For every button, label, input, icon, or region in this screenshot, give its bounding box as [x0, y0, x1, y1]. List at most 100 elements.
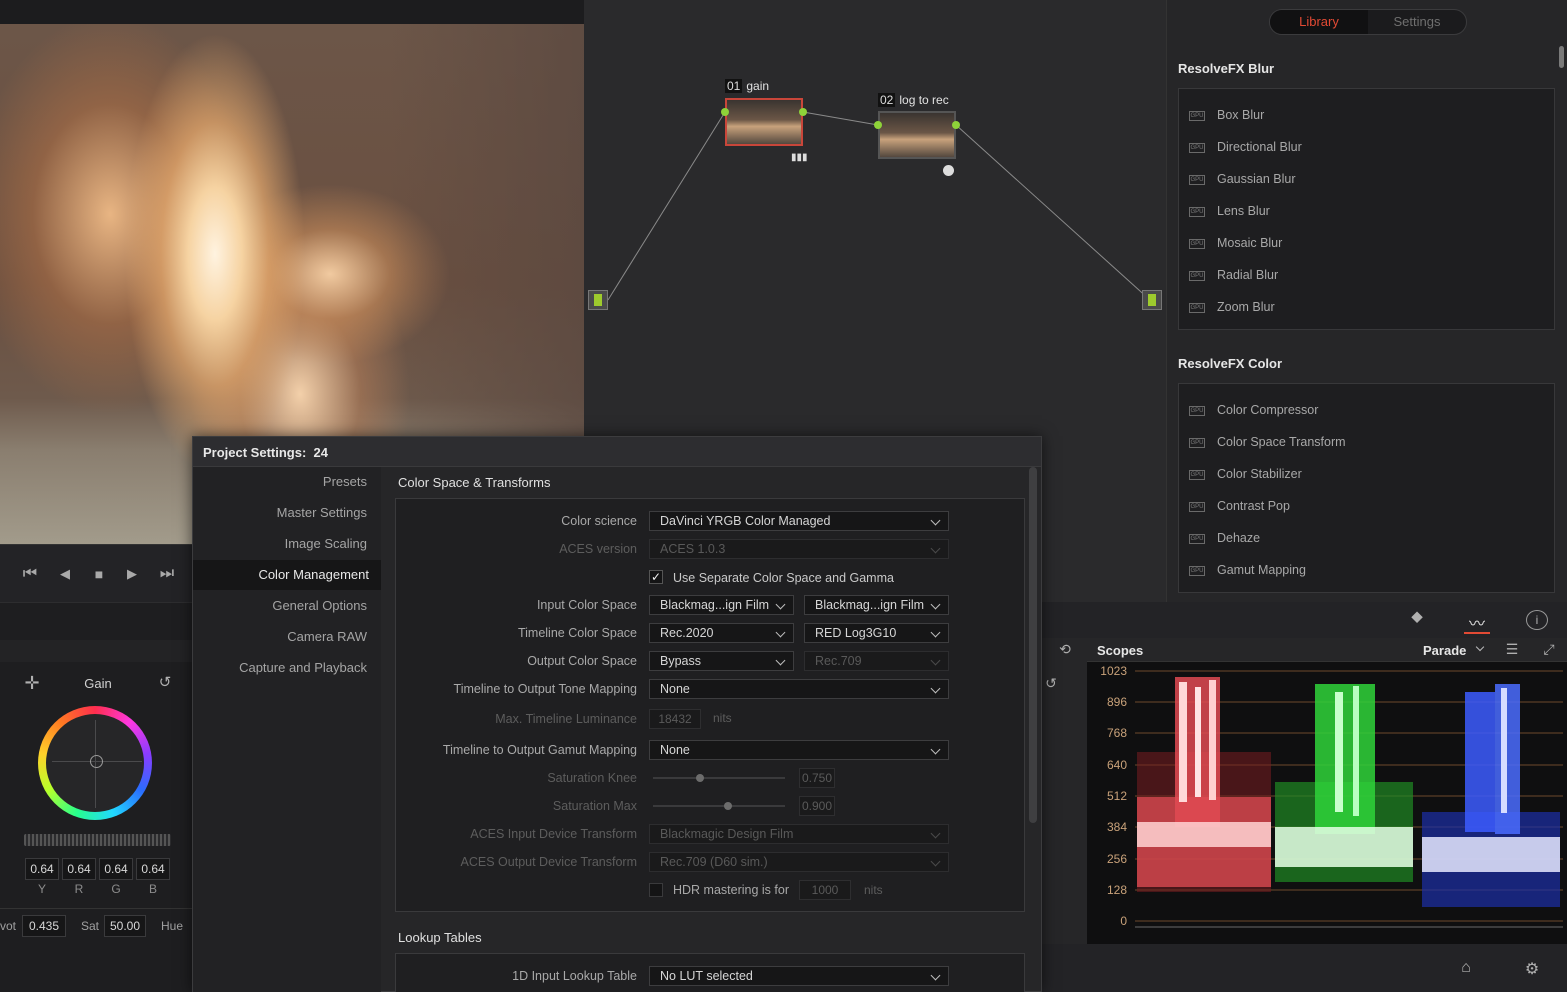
fx-mosaic-blur[interactable]: GPU Mosaic Blur [1189, 233, 1282, 253]
node-01-gain[interactable] [725, 98, 803, 146]
node-01-bars-icon: ▮▮▮ [791, 152, 808, 163]
expand-icon[interactable]: ⤢ [1539, 641, 1559, 658]
saturation-max-field: 0.900 [799, 796, 835, 816]
fx-contrast-pop[interactable]: GPU Contrast Pop [1189, 496, 1290, 516]
play-icon[interactable]: ▶ [120, 565, 144, 583]
nav-general-options[interactable]: General Options [272, 591, 367, 621]
scope-waveform-icon[interactable]: 〰 [1466, 610, 1488, 634]
label-y: Y [37, 882, 46, 896]
chevron-down-icon [930, 828, 941, 839]
gpu-icon: GPU [1189, 142, 1205, 153]
stop-icon[interactable]: ■ [87, 565, 111, 583]
gamut-mapping-select[interactable]: None [649, 740, 949, 760]
library-scrollbar[interactable] [1559, 46, 1564, 68]
dialog-scrollbar[interactable] [1029, 467, 1037, 823]
scope-tick: 768 [1106, 726, 1127, 740]
fx-label: Box Blur [1217, 108, 1265, 122]
timeline-gamma-select[interactable]: RED Log3G10 [804, 623, 949, 643]
node-02-input[interactable] [874, 121, 882, 129]
dialog-titlebar[interactable]: Project Settings: 24 [193, 437, 1041, 467]
node-01-input[interactable] [721, 108, 729, 116]
fx-lens-blur[interactable]: GPU Lens Blur [1189, 201, 1270, 221]
hdr-mastering-checkbox[interactable] [649, 883, 663, 897]
scopes-title: Scopes [1097, 643, 1144, 658]
color-science-label: Color science [561, 514, 637, 528]
output-node[interactable] [1142, 290, 1162, 310]
select-value: None [660, 743, 690, 757]
fx-color-stabilizer[interactable]: GPU Color Stabilizer [1189, 464, 1302, 484]
fx-dehaze[interactable]: GPU Dehaze [1189, 528, 1260, 548]
play-reverse-icon[interactable]: ◀ [53, 565, 77, 583]
label-r: R [74, 882, 84, 896]
tab-library[interactable]: Library [1270, 10, 1368, 34]
color-science-select[interactable]: DaVinci YRGB Color Managed [649, 511, 949, 531]
fx-box-blur[interactable]: GPU Box Blur [1189, 105, 1264, 125]
chevron-down-icon [930, 599, 941, 610]
section-title-blur: ResolveFX Blur [1178, 61, 1275, 76]
gear-icon[interactable]: ⚙ [1522, 959, 1542, 979]
select-value: None [660, 682, 690, 696]
reset-icon[interactable]: ↺ [155, 673, 175, 691]
fx-radial-blur[interactable]: GPU Radial Blur [1189, 265, 1278, 285]
timeline-color-space-select[interactable]: Rec.2020 [649, 623, 794, 643]
value-r[interactable]: 0.64 [62, 858, 96, 880]
tone-mapping-select[interactable]: None [649, 679, 949, 699]
node-02-log-to-rec[interactable] [878, 111, 956, 159]
fx-color-space-transform[interactable]: GPU Color Space Transform [1189, 432, 1346, 452]
crosshair-icon[interactable]: ✛ [22, 673, 42, 694]
sat-field[interactable]: 50.00 [104, 915, 146, 937]
scopes-header: Scopes Parade ☰ ⤢ [1087, 638, 1567, 662]
input-color-space-select[interactable]: Blackmag...ign Film [649, 595, 794, 615]
nodes-icon[interactable]: ⯁ [1406, 611, 1428, 629]
reset-icon[interactable]: ↺ [1042, 675, 1060, 692]
nav-image-scaling[interactable]: Image Scaling [285, 529, 367, 559]
node-01-output[interactable] [799, 108, 807, 116]
value-b[interactable]: 0.64 [136, 858, 170, 880]
skip-end-icon[interactable]: ⏭ [155, 565, 179, 583]
label-b: B [148, 882, 157, 896]
fx-color-compressor[interactable]: GPU Color Compressor [1189, 400, 1318, 420]
nav-capture-playback[interactable]: Capture and Playback [239, 653, 367, 683]
wheel-handle[interactable] [90, 755, 103, 768]
dialog-title: Project Settings: 24 [203, 445, 328, 460]
chevron-down-icon [775, 599, 786, 610]
info-icon[interactable]: i [1526, 610, 1548, 630]
fx-zoom-blur[interactable]: GPU Zoom Blur [1189, 297, 1275, 317]
section-color-space: Color Space & Transforms [398, 475, 551, 490]
chevron-down-icon [930, 655, 941, 666]
master-wheel-slider[interactable] [24, 834, 171, 846]
nav-camera-raw[interactable]: Camera RAW [287, 622, 367, 652]
select-value: Blackmagic Design Film [660, 827, 794, 841]
select-value: ACES 1.0.3 [660, 542, 726, 556]
scope-mode-select[interactable]: Parade [1423, 643, 1466, 658]
scope-settings-icon[interactable]: ☰ [1502, 641, 1522, 658]
value-g[interactable]: 0.64 [99, 858, 133, 880]
skip-start-icon[interactable]: ⏮ [18, 565, 42, 583]
separate-gamma-checkbox[interactable]: ✓ [649, 570, 663, 584]
nav-presets[interactable]: Presets [323, 467, 367, 497]
nav-color-management[interactable]: Color Management [193, 560, 381, 590]
tab-settings[interactable]: Settings [1368, 10, 1466, 34]
hdr-mastering-label: HDR mastering is for [673, 883, 789, 897]
gamut-mapping-label: Timeline to Output Gamut Mapping [442, 743, 637, 757]
fx-directional-blur[interactable]: GPU Directional Blur [1189, 137, 1302, 157]
value-y[interactable]: 0.64 [25, 858, 59, 880]
select-value: RED Log3G10 [815, 626, 897, 640]
nav-master-settings[interactable]: Master Settings [277, 498, 367, 528]
fx-gamut-mapping[interactable]: GPU Gamut Mapping [1189, 560, 1306, 580]
node-02-output[interactable] [952, 121, 960, 129]
input-lut-select[interactable]: No LUT selected [649, 966, 949, 986]
chevron-down-icon [930, 856, 941, 867]
input-gamma-select[interactable]: Blackmag...ign Film [804, 595, 949, 615]
select-value: No LUT selected [660, 969, 753, 983]
output-color-space-select[interactable]: Bypass [649, 651, 794, 671]
gpu-icon: GPU [1189, 174, 1205, 185]
fx-gaussian-blur[interactable]: GPU Gaussian Blur [1189, 169, 1296, 189]
source-input-node[interactable] [588, 290, 608, 310]
saturation-knee-label: Saturation Knee [547, 771, 637, 785]
chevron-down-icon[interactable] [1475, 642, 1485, 652]
color-space-group [395, 498, 1025, 912]
home-icon[interactable]: ⌂ [1456, 959, 1476, 977]
history-icon[interactable]: ⟲ [1056, 641, 1074, 658]
pivot-field[interactable]: 0.435 [22, 915, 66, 937]
